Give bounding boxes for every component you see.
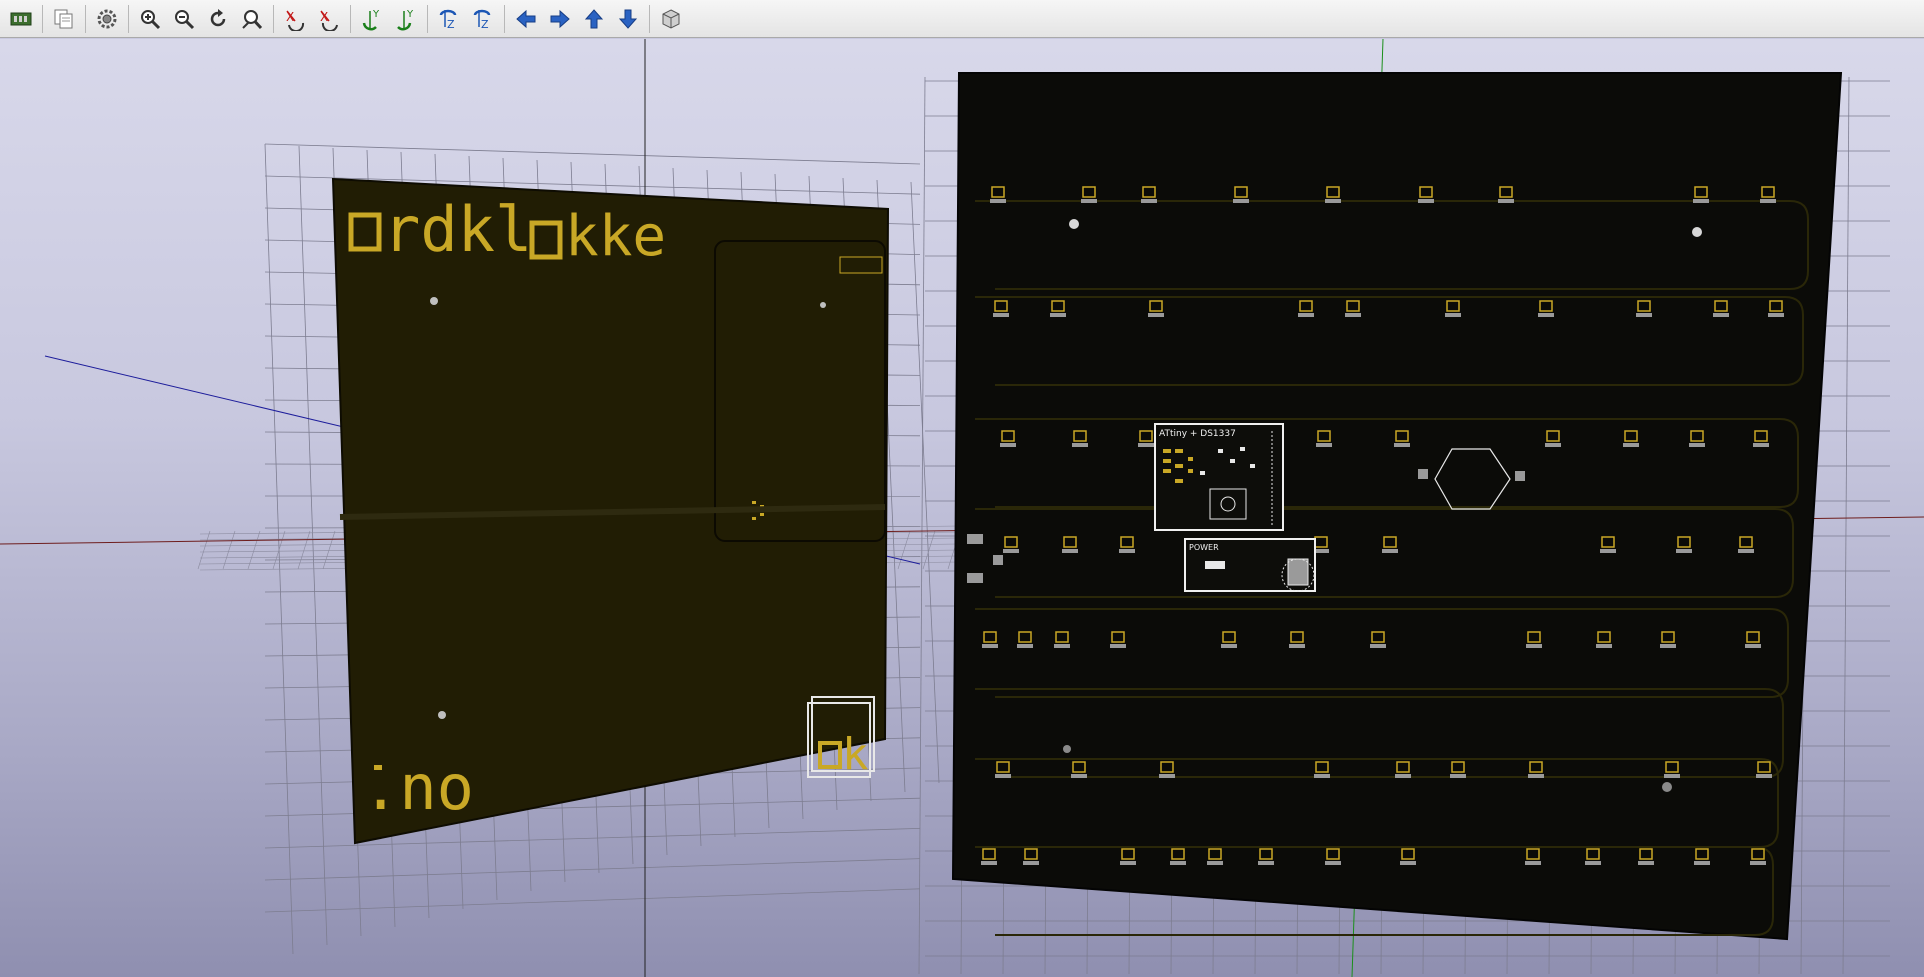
rotate-z-ccw-button[interactable]: Z <box>468 4 498 34</box>
svg-text:Z: Z <box>447 18 455 31</box>
svg-text:Z: Z <box>481 18 489 31</box>
rotate-y-ccw-icon: Y <box>397 9 414 30</box>
arrow-down-icon <box>618 9 638 29</box>
redraw-button[interactable] <box>203 4 233 34</box>
move-up-button[interactable] <box>579 4 609 34</box>
ortho-view-button[interactable] <box>656 4 686 34</box>
zoom-fit-button[interactable] <box>237 4 267 34</box>
copy-image-button[interactable] <box>49 4 79 34</box>
svg-text:Y: Y <box>406 9 414 20</box>
board-reload-icon <box>10 12 32 25</box>
mounting-hole <box>1692 227 1702 237</box>
logo-text: rdkl <box>383 193 532 266</box>
copy-icon <box>54 9 73 28</box>
toolbar-separator <box>350 4 351 33</box>
board-front-view[interactable]: ATtiny + DS1337 POWER <box>951 72 1843 941</box>
rotate-y-cw-icon: Y <box>362 9 380 30</box>
redraw-icon <box>210 8 226 26</box>
toolbar-separator <box>42 4 43 33</box>
move-right-button[interactable] <box>545 4 575 34</box>
corner-logo-text: k <box>842 729 869 780</box>
3d-scene[interactable]: rdkl kke .no k ATtiny + DS1337 POWER <box>0 39 1924 977</box>
toolbar-separator <box>649 4 650 33</box>
mounting-hole <box>820 302 826 308</box>
toolbar-separator <box>273 4 274 33</box>
rotate-x-ccw-icon: X <box>320 10 338 31</box>
toolbar-separator <box>427 4 428 33</box>
mounting-hole <box>1063 745 1071 753</box>
rotate-z-cw-icon: Z <box>439 9 457 31</box>
move-down-button[interactable] <box>613 4 643 34</box>
zoom-out-button[interactable] <box>169 4 199 34</box>
arrow-right-icon <box>550 9 570 28</box>
arrow-left-icon <box>516 9 536 28</box>
mounting-hole <box>430 297 438 305</box>
module-power: POWER <box>1184 538 1316 592</box>
logo-suffix: .no <box>362 751 474 824</box>
3d-viewport[interactable]: rdkl kke .no k ATtiny + DS1337 POWER <box>0 39 1924 977</box>
toolbar-separator <box>128 4 129 33</box>
rotate-x-cw-icon: X <box>286 10 305 31</box>
settings-button[interactable] <box>92 4 122 34</box>
board-back-view[interactable]: rdkl kke .no k <box>331 177 890 845</box>
mounting-hole <box>438 711 446 719</box>
mounting-hole <box>1069 219 1079 229</box>
rotate-x-cw-button[interactable]: X <box>280 4 310 34</box>
toolbar-separator <box>504 4 505 33</box>
rotate-z-ccw-icon: Z <box>473 9 491 31</box>
toolbar-separator <box>85 4 86 33</box>
svg-text:Y: Y <box>372 9 380 20</box>
mounting-hole <box>1662 782 1672 792</box>
gear-icon <box>97 9 117 28</box>
rotate-x-ccw-button[interactable]: X <box>314 4 344 34</box>
zoom-out-icon <box>175 9 195 29</box>
logo-text-2: kke <box>565 204 666 269</box>
module-attiny: ATtiny + DS1337 <box>1154 423 1284 531</box>
move-left-button[interactable] <box>511 4 541 34</box>
arrow-up-icon <box>584 8 604 28</box>
zoom-fit-icon <box>242 9 263 29</box>
rotate-y-ccw-button[interactable]: Y <box>391 4 421 34</box>
toolbar: X X Y Y Z Z <box>0 0 1924 38</box>
module2-label: POWER <box>1189 543 1219 552</box>
rotate-z-cw-button[interactable]: Z <box>434 4 464 34</box>
rotate-y-cw-button[interactable]: Y <box>357 4 387 34</box>
reload-board-button[interactable] <box>6 4 36 34</box>
zoom-in-button[interactable] <box>135 4 165 34</box>
module1-label: ATtiny + DS1337 <box>1159 429 1236 439</box>
cube-icon <box>662 8 680 29</box>
zoom-in-icon <box>141 9 161 29</box>
